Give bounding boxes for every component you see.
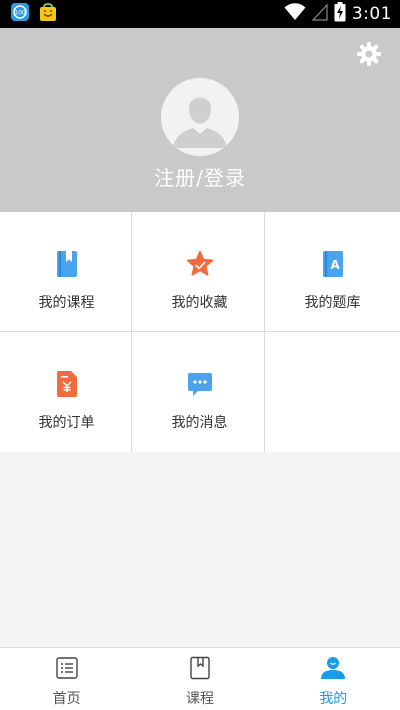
battery-charging-icon bbox=[334, 2, 346, 26]
menu-item-label: 我的收藏 bbox=[171, 295, 228, 311]
menu-item-label: 我的消息 bbox=[171, 415, 228, 431]
default-avatar-icon[interactable] bbox=[161, 78, 239, 156]
svg-text:A: A bbox=[330, 258, 340, 272]
svg-text:100: 100 bbox=[14, 10, 26, 17]
menu-item-my-favorites[interactable]: 我的收藏 bbox=[133, 212, 266, 332]
favorite-star-icon bbox=[186, 250, 214, 282]
status-notifications: 100 bbox=[10, 2, 58, 26]
signal-icon bbox=[311, 3, 328, 25]
bag-notification-icon bbox=[38, 2, 58, 26]
tab-label: 首页 bbox=[52, 691, 81, 707]
menu-item-my-question-bank[interactable]: A 我的题库 bbox=[266, 212, 399, 332]
tab-label: 课程 bbox=[185, 691, 214, 707]
message-icon bbox=[186, 370, 214, 402]
profile-icon bbox=[320, 656, 346, 684]
menu-item-label: 我的订单 bbox=[38, 415, 95, 431]
tab-courses[interactable]: 课程 bbox=[133, 648, 266, 710]
menu-grid: 我的课程 我的收藏 A 我的题库 我的订单 我的消息 bbox=[0, 212, 400, 452]
bottom-tab-bar: 首页 课程 我的 bbox=[0, 647, 400, 710]
login-register-link[interactable]: 注册/登录 bbox=[0, 162, 400, 191]
course-book-icon bbox=[54, 250, 80, 282]
home-list-icon bbox=[55, 656, 79, 684]
menu-item-my-messages[interactable]: 我的消息 bbox=[133, 332, 266, 452]
gear-icon[interactable] bbox=[356, 41, 382, 67]
status-time: 3:01 bbox=[351, 4, 392, 24]
menu-item-label: 我的课程 bbox=[38, 295, 95, 311]
wifi-icon bbox=[284, 3, 306, 25]
menu-item-my-courses[interactable]: 我的课程 bbox=[0, 212, 133, 332]
status-indicators: 3:01 bbox=[284, 2, 392, 26]
menu-item-label: 我的题库 bbox=[304, 295, 361, 311]
order-icon bbox=[54, 370, 80, 402]
menu-item-my-orders[interactable]: 我的订单 bbox=[0, 332, 133, 452]
course-icon bbox=[188, 656, 212, 684]
app-notification-icon: 100 bbox=[10, 2, 30, 26]
tab-home[interactable]: 首页 bbox=[0, 648, 133, 710]
tab-label: 我的 bbox=[319, 691, 348, 707]
question-bank-icon: A bbox=[320, 250, 346, 282]
status-bar: 100 3:01 bbox=[0, 0, 400, 28]
tab-mine[interactable]: 我的 bbox=[267, 648, 400, 710]
profile-header: 注册/登录 bbox=[0, 28, 400, 212]
